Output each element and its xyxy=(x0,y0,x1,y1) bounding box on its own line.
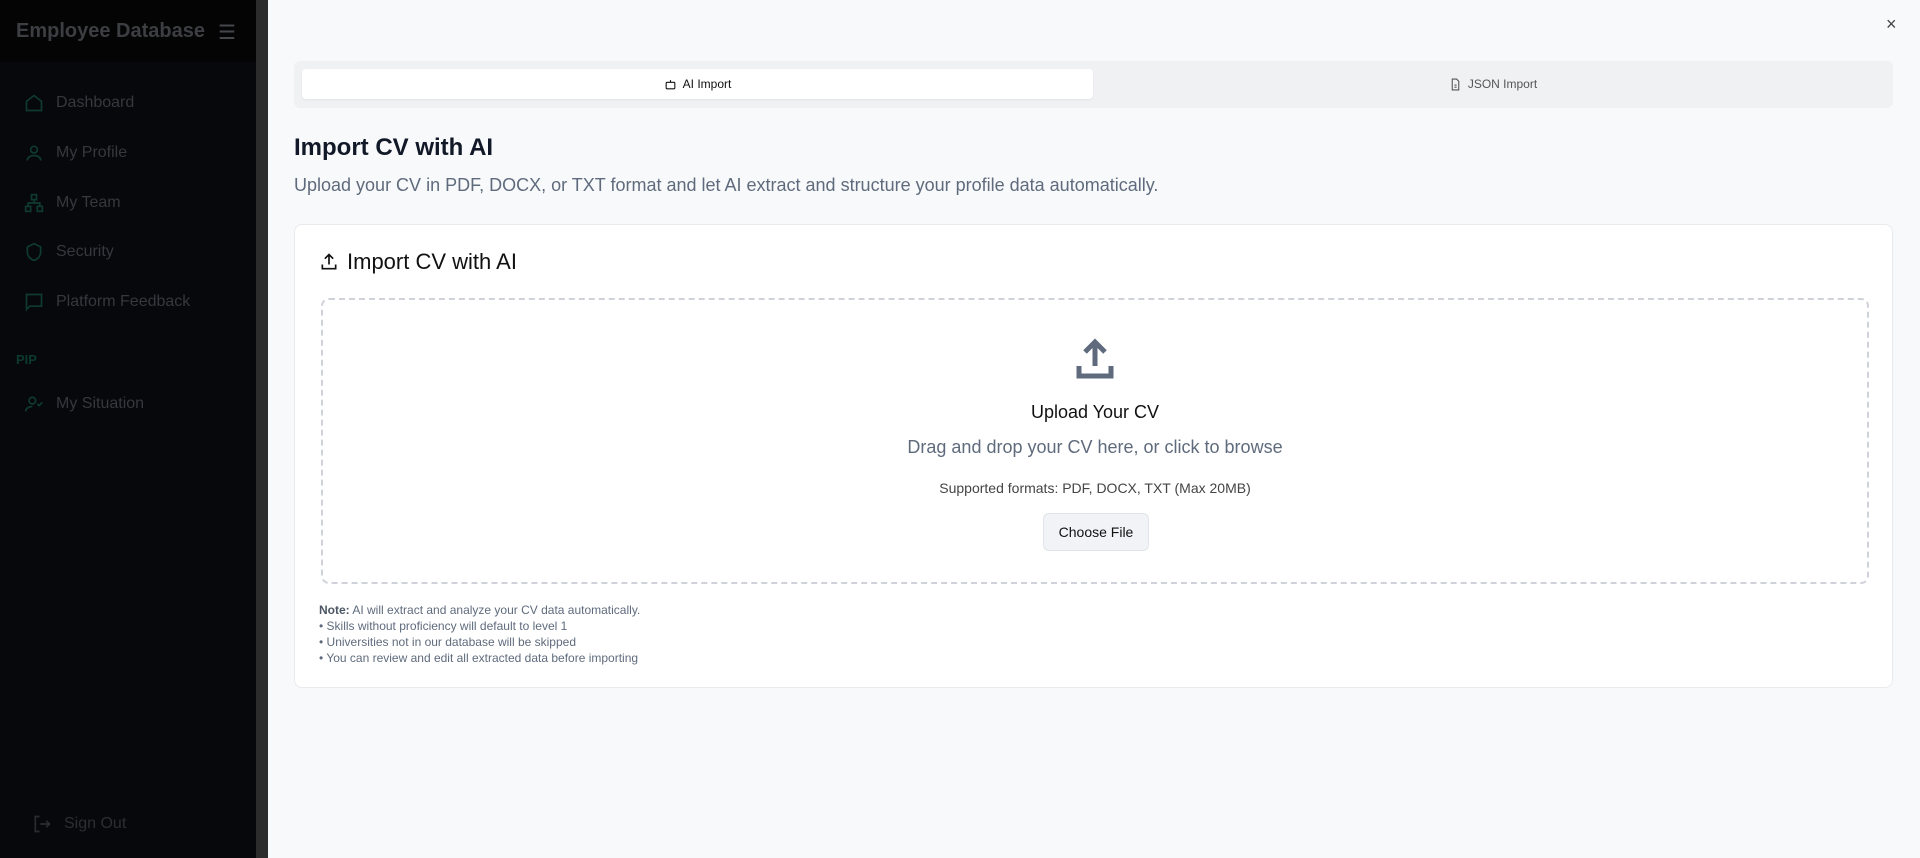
import-card: Import CV with AI Upload Your CV Drag an… xyxy=(294,224,1893,688)
log-out-icon xyxy=(34,815,51,833)
sidebar-item-label: Platform Feedback xyxy=(56,293,191,310)
supported-formats: Supported formats: PDF, DOCX, TXT (Max 2… xyxy=(939,480,1251,496)
note-bullet: • Universities not in our database will … xyxy=(319,635,577,649)
tab-label: JSON Import xyxy=(1467,77,1538,91)
card-title: Import CV with AI xyxy=(319,249,517,275)
bot-icon xyxy=(665,79,676,89)
sidebar-item-security[interactable]: Security xyxy=(24,242,114,262)
network-icon xyxy=(24,193,44,213)
sign-out-button[interactable]: Sign Out xyxy=(32,814,126,834)
upload-icon xyxy=(321,253,337,270)
app-title: Employee Database xyxy=(16,19,205,42)
note-text: AI will extract and analyze your CV data… xyxy=(349,603,641,617)
page-subtitle: Upload your CV in PDF, DOCX, or TXT form… xyxy=(294,175,1159,195)
tab-ai-import[interactable]: AI Import xyxy=(302,69,1093,99)
tab-json-import[interactable]: JSON Import xyxy=(1101,69,1885,99)
shield-icon xyxy=(26,242,42,262)
dropzone-text: Drag and drop your CV here, or click to … xyxy=(907,437,1283,457)
sidebar-item-label: My Profile xyxy=(56,144,128,161)
sidebar-item-label: My Team xyxy=(56,194,121,211)
upload-icon xyxy=(1076,338,1114,379)
sign-out-label: Sign Out xyxy=(64,815,127,832)
user-icon xyxy=(26,145,42,161)
tab-label: AI Import xyxy=(682,77,732,91)
note-label: Note: xyxy=(319,603,350,617)
user-check-icon xyxy=(24,396,43,412)
sidebar-item-label: My Situation xyxy=(56,395,145,412)
note-bullet: • You can review and edit all extracted … xyxy=(319,651,639,665)
home-icon xyxy=(25,94,43,112)
sidebar-item-my-situation[interactable]: My Situation xyxy=(24,394,144,414)
sidebar-item-dashboard[interactable]: Dashboard xyxy=(24,93,134,113)
close-icon[interactable]: × xyxy=(1886,14,1897,35)
page-title: Import CV with AI xyxy=(294,134,494,161)
sidebar-item-label: Security xyxy=(56,243,114,260)
import-tabs: AI Import JSON Import xyxy=(294,61,1893,108)
choose-file-button[interactable]: Choose File xyxy=(1043,513,1149,551)
dropzone-title: Upload Your CV xyxy=(1030,402,1160,422)
file-icon xyxy=(1451,78,1460,90)
cv-dropzone[interactable]: Upload Your CV Drag and drop your CV her… xyxy=(321,298,1869,584)
import-note: Note: AI will extract and analyze your C… xyxy=(319,602,640,666)
sidebar-item-label: Dashboard xyxy=(56,94,135,111)
menu-icon[interactable]: ☰ xyxy=(218,20,236,45)
sidebar-section-pip: PIP xyxy=(16,352,37,367)
message-icon xyxy=(25,293,43,312)
sidebar-item-platform-feedback[interactable]: Platform Feedback xyxy=(24,292,190,312)
card-title-text: Import CV with AI xyxy=(347,249,517,274)
sidebar-item-my-profile[interactable]: My Profile xyxy=(24,143,127,163)
sidebar-item-my-team[interactable]: My Team xyxy=(24,193,121,213)
sidebar: Employee Database ☰ Dashboard My Profile… xyxy=(0,0,256,858)
note-bullet: • Skills without proficiency will defaul… xyxy=(319,619,568,633)
overlay-divider xyxy=(256,0,268,858)
